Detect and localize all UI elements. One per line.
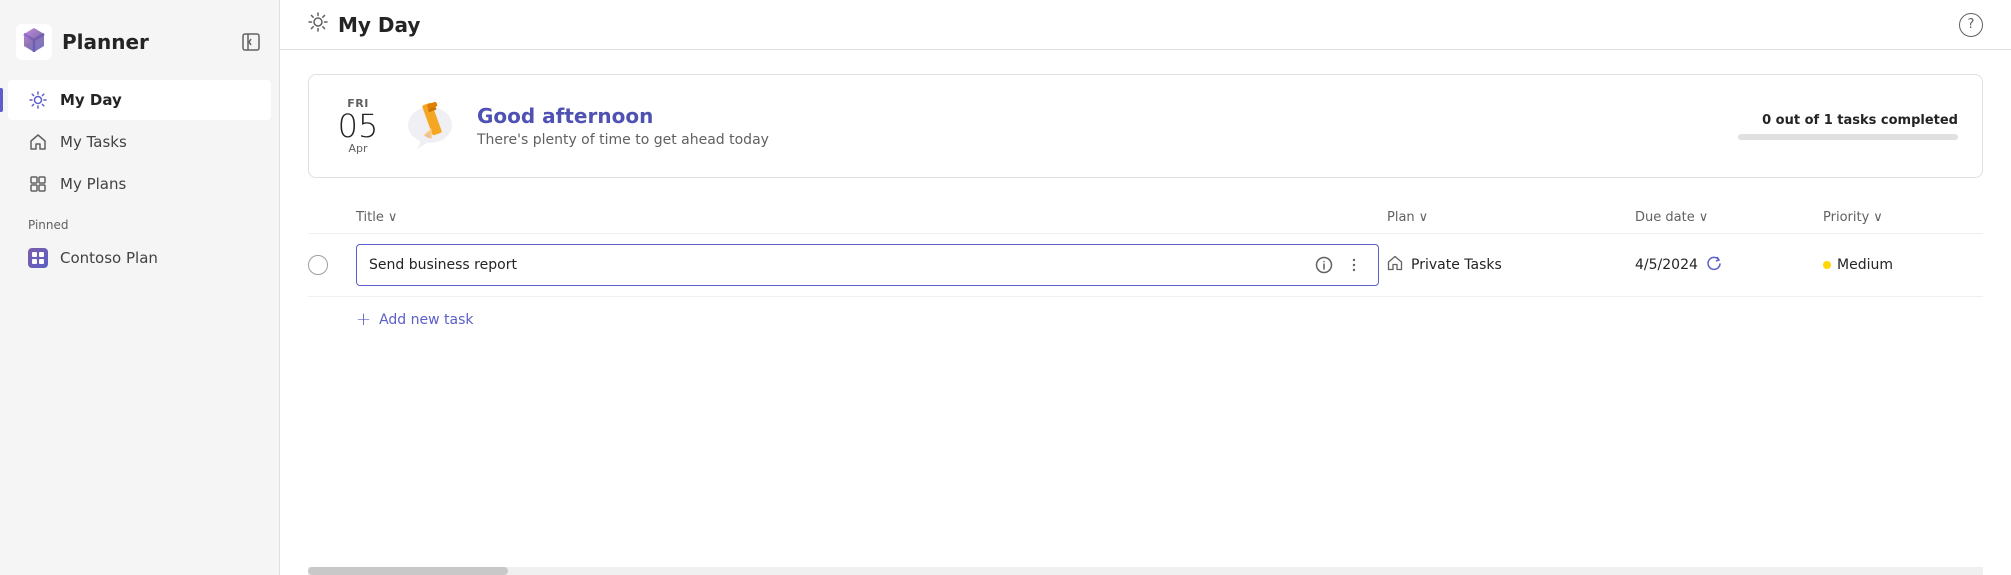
sidebar-item-my-tasks[interactable]: My Tasks (8, 122, 271, 162)
sidebar-item-label: Contoso Plan (60, 249, 158, 267)
task-plan-col: Private Tasks (1387, 255, 1627, 275)
home-icon (28, 132, 48, 152)
due-date-chevron-icon: ∨ (1699, 210, 1709, 225)
date-day-number: 05 (333, 110, 383, 142)
sidebar-logo: Planner (16, 24, 149, 60)
greeting-emoji-icon (403, 95, 457, 157)
task-due-col: 4/5/2024 (1635, 255, 1815, 275)
header-plan-col: Plan ∨ (1387, 210, 1627, 225)
priority-column-label: Priority (1823, 210, 1869, 225)
sidebar: Planner (0, 0, 280, 575)
date-block: FRI 05 Apr (333, 97, 383, 155)
task-table: Title ∨ Plan ∨ Due date ∨ (308, 202, 1983, 330)
task-title-col: Send business report (356, 244, 1379, 286)
sidebar-navigation: My Day My Tasks My Plans (0, 80, 279, 204)
greeting-title: Good afternoon (477, 104, 1718, 128)
app-title: Planner (62, 30, 149, 54)
priority-column-header[interactable]: Priority ∨ (1823, 210, 1983, 225)
main-area: My Day ? FRI 05 Apr (280, 0, 2011, 575)
planner-logo-icon (16, 24, 52, 60)
progress-bar (1738, 134, 1958, 140)
title-column-header[interactable]: Title ∨ (356, 210, 1379, 225)
add-task-label: Add new task (379, 312, 473, 328)
sidebar-item-label: My Tasks (60, 133, 127, 151)
task-due-date: 4/5/2024 (1635, 257, 1698, 273)
sun-icon (28, 90, 48, 110)
sidebar-item-my-day[interactable]: My Day (8, 80, 271, 120)
task-info-button[interactable] (1312, 253, 1336, 277)
task-progress: 0 out of 1 tasks completed (1738, 113, 1958, 140)
collapse-sidebar-button[interactable] (239, 30, 263, 54)
task-more-button[interactable] (1342, 253, 1366, 277)
main-content: FRI 05 Apr Good aftern (280, 50, 2011, 567)
horizontal-scrollbar[interactable] (308, 567, 1983, 575)
plan-column-label: Plan (1387, 210, 1415, 225)
private-tasks-home-icon (1387, 255, 1403, 275)
header-title-col: Title ∨ (356, 210, 1379, 225)
page-title: My Day (338, 13, 420, 37)
task-priority-col: Medium (1823, 257, 1983, 273)
plan-chevron-icon: ∨ (1419, 210, 1429, 225)
title-chevron-icon: ∨ (388, 210, 398, 225)
plus-icon: + (356, 309, 371, 330)
sidebar-item-my-plans[interactable]: My Plans (8, 164, 271, 204)
header-due-col: Due date ∨ (1635, 210, 1815, 225)
task-priority-value: Medium (1837, 257, 1893, 273)
sidebar-item-label: My Plans (60, 175, 126, 193)
sidebar-item-label: My Day (60, 91, 122, 109)
due-date-column-label: Due date (1635, 210, 1695, 225)
table-row: Send business report (308, 234, 1983, 297)
priority-dot (1823, 261, 1831, 269)
header-priority-col: Priority ∨ (1823, 210, 1983, 225)
due-date-column-header[interactable]: Due date ∨ (1635, 210, 1815, 225)
progress-label: 0 out of 1 tasks completed (1738, 113, 1958, 128)
task-title-box: Send business report (356, 244, 1379, 286)
grid-icon (28, 174, 48, 194)
task-title-text[interactable]: Send business report (369, 257, 1304, 273)
recur-icon[interactable] (1706, 255, 1722, 275)
pinned-section-label: Pinned (0, 204, 279, 238)
contoso-plan-icon (28, 248, 48, 268)
plan-column-header[interactable]: Plan ∨ (1387, 210, 1627, 225)
priority-chevron-icon: ∨ (1873, 210, 1883, 225)
main-header: My Day ? (280, 0, 2011, 50)
title-column-label: Title (356, 210, 384, 225)
greeting-card: FRI 05 Apr Good aftern (308, 74, 1983, 178)
header-sun-icon (308, 12, 328, 37)
task-check-col (308, 255, 348, 275)
greeting-subtitle: There's plenty of time to get ahead toda… (477, 132, 1718, 148)
task-title-actions (1312, 253, 1366, 277)
task-plan-name: Private Tasks (1411, 257, 1502, 273)
scrollbar-thumb[interactable] (308, 567, 508, 575)
header-left: My Day (308, 12, 420, 37)
help-button[interactable]: ? (1959, 13, 1983, 37)
greeting-text: Good afternoon There's plenty of time to… (477, 104, 1718, 148)
sidebar-header: Planner (0, 16, 279, 80)
task-complete-checkbox[interactable] (308, 255, 328, 275)
sidebar-item-contoso-plan[interactable]: Contoso Plan (8, 238, 271, 278)
add-task-button[interactable]: + Add new task (308, 297, 1983, 330)
table-header: Title ∨ Plan ∨ Due date ∨ (308, 202, 1983, 234)
